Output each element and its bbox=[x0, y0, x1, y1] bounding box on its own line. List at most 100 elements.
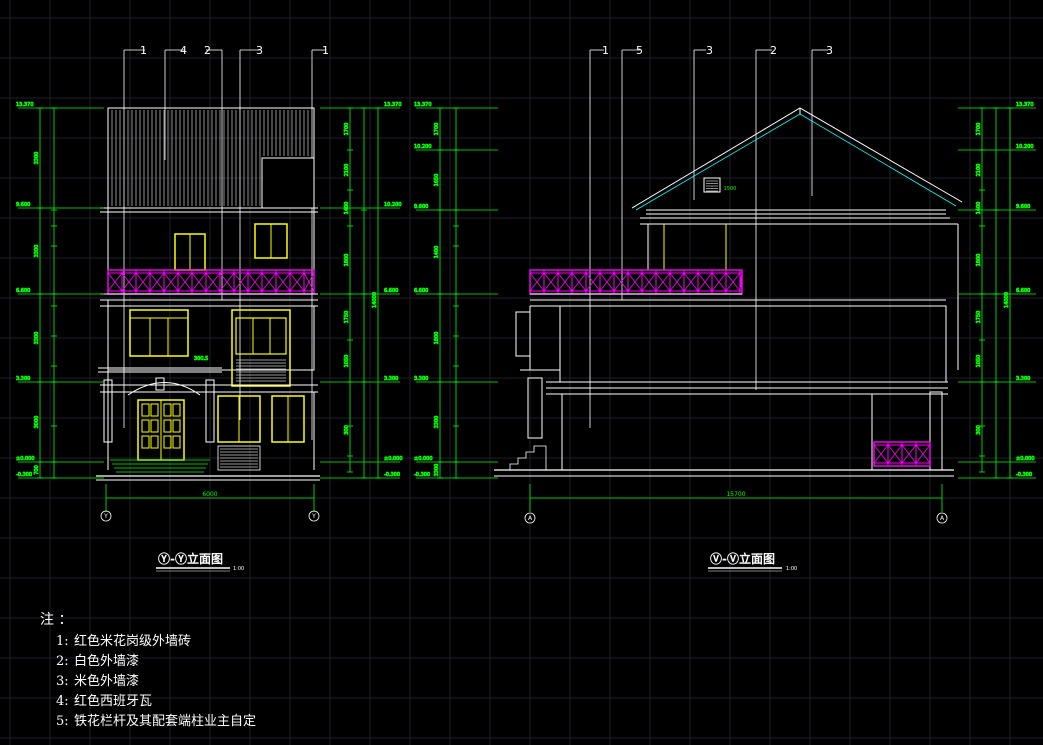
dimension-text: 1800 bbox=[434, 332, 440, 345]
right-callout-5: 5 bbox=[636, 44, 643, 57]
dimension-text: 1700 bbox=[976, 123, 982, 136]
left-title-block: Ⓨ-Ⓨ立面图 1:00 bbox=[156, 551, 244, 572]
level-text: 13.370 bbox=[414, 102, 432, 108]
right-ground-railing bbox=[873, 441, 931, 467]
left-roof-step-box bbox=[261, 157, 315, 209]
right-elevation-scale: 1:00 bbox=[786, 566, 797, 572]
note-number: 5: bbox=[56, 714, 69, 729]
dimension-text: 2100 bbox=[344, 164, 350, 177]
dimension-text: 1400 bbox=[976, 202, 982, 215]
dimension-text: 3300 bbox=[434, 416, 440, 429]
level-text: 3.300 bbox=[16, 376, 30, 382]
left-axis-label-right: Y bbox=[311, 513, 316, 520]
left-callout-1b: 1 bbox=[322, 44, 329, 57]
right-vent-label: 1500 bbox=[724, 186, 737, 192]
note-number: 2: bbox=[56, 654, 69, 669]
right-width-dim-text: 15700 bbox=[726, 491, 745, 498]
left-dimension-lines: 13.370 9.600 6.600 3.300 ±0.000 -0.300 13.370 1… bbox=[16, 102, 403, 479]
level-text: 9.600 bbox=[16, 202, 30, 208]
dimension-text: 300 bbox=[344, 425, 350, 435]
level-text: -0.300 bbox=[384, 472, 400, 478]
left-elevation-title: Ⓨ-Ⓨ立面图 bbox=[158, 551, 223, 566]
note-text: 铁花栏杆及其配套端柱业主自定 bbox=[74, 714, 257, 729]
level-text: 10.200 bbox=[384, 202, 402, 208]
right-callout-2: 2 bbox=[770, 44, 777, 57]
right-balcony-railing bbox=[529, 269, 743, 295]
dimension-text: 14000 bbox=[1004, 292, 1010, 308]
dimension-text: 1650 bbox=[434, 174, 440, 187]
level-text: 13.370 bbox=[384, 102, 402, 108]
right-axis-label-left: A bbox=[528, 515, 533, 522]
dimension-text: 3300 bbox=[34, 332, 40, 345]
left-garage-louver bbox=[217, 445, 261, 471]
right-title-block: Ⓥ-Ⓥ立面图 1:00 bbox=[708, 551, 797, 572]
level-text: 6.600 bbox=[384, 288, 398, 294]
left-callout-labels: 1 4 2 3 1 bbox=[140, 44, 329, 57]
dimension-text: 1700 bbox=[344, 123, 350, 136]
left-callout-3: 3 bbox=[256, 44, 263, 57]
left-axis-label-left: Y bbox=[103, 513, 108, 520]
level-text: -0.300 bbox=[16, 472, 32, 478]
right-attic-vent bbox=[703, 177, 721, 193]
right-gable-roof bbox=[631, 107, 963, 209]
dimension-text: 1400 bbox=[434, 246, 440, 259]
right-callout-3b: 3 bbox=[826, 44, 833, 57]
right-elevation-title: Ⓥ-Ⓥ立面图 bbox=[710, 551, 775, 566]
level-text: 3.300 bbox=[384, 376, 398, 382]
level-text: 6.600 bbox=[414, 288, 428, 294]
dimension-text: 1800 bbox=[344, 254, 350, 267]
right-callout-1: 1 bbox=[602, 44, 609, 57]
level-text: 13.370 bbox=[16, 102, 34, 108]
note-item: 3: 米色外墙漆 bbox=[40, 672, 256, 692]
note-text: 红色西班牙瓦 bbox=[74, 694, 153, 709]
material-notes: 注 ： 1: 红色米花岗级外墙砖 2: 白色外墙漆 3: 米色外墙漆 4: 红色西班牙瓦… bbox=[40, 610, 256, 732]
dimension-text: 14000 bbox=[372, 292, 378, 308]
note-text: 红色米花岗级外墙砖 bbox=[74, 634, 192, 649]
note-item: 2: 白色外墙漆 bbox=[40, 652, 256, 672]
dimension-text: 3300 bbox=[34, 152, 40, 165]
level-text: 6.600 bbox=[1016, 288, 1030, 294]
left-width-dim-text: 6000 bbox=[202, 491, 217, 498]
dimension-text: 3000 bbox=[34, 416, 40, 429]
level-text: 10.200 bbox=[1016, 144, 1034, 150]
level-text: 3.300 bbox=[1016, 376, 1030, 382]
dimension-text: 1750 bbox=[344, 311, 350, 324]
note-item: 1: 红色米花岗级外墙砖 bbox=[40, 632, 256, 652]
dimension-text: 3300 bbox=[34, 245, 40, 258]
level-text: ±0.000 bbox=[1016, 456, 1035, 462]
note-item: 4: 红色西班牙瓦 bbox=[40, 692, 256, 712]
dimension-text: 1050 bbox=[344, 355, 350, 368]
right-elevation bbox=[494, 49, 963, 477]
dimension-text: 1050 bbox=[976, 355, 982, 368]
left-balcony-railing bbox=[107, 269, 315, 295]
note-number: 4: bbox=[56, 694, 69, 709]
level-text: 10.200 bbox=[414, 144, 432, 150]
left-second-window-a bbox=[129, 309, 189, 357]
level-text: 9.600 bbox=[414, 204, 428, 210]
dimension-text: 1400 bbox=[344, 202, 350, 215]
level-text: -0.300 bbox=[414, 472, 430, 478]
right-width-dimension bbox=[524, 484, 948, 524]
right-axis-label-right: A bbox=[940, 515, 945, 522]
level-text: ±0.000 bbox=[16, 456, 35, 462]
level-text: -0.300 bbox=[1016, 472, 1032, 478]
dimension-text: 1800 bbox=[976, 254, 982, 267]
note-number: 1: bbox=[56, 634, 69, 649]
level-text: ±0.000 bbox=[384, 456, 403, 462]
left-third-floor-wall bbox=[107, 207, 315, 271]
right-second-floor-wall bbox=[559, 305, 947, 383]
level-text: 9.600 bbox=[1016, 204, 1030, 210]
left-callout-1a: 1 bbox=[140, 44, 147, 57]
left-callout-2: 2 bbox=[204, 44, 211, 57]
level-text: 300.5 bbox=[194, 356, 208, 362]
dimension-text: 2100 bbox=[976, 164, 982, 177]
note-text: 白色外墙漆 bbox=[74, 654, 140, 669]
right-callout-leaders bbox=[589, 49, 828, 428]
left-entry-steps bbox=[110, 459, 210, 473]
dimension-text: 3300 bbox=[434, 464, 440, 477]
dimension-text: 1750 bbox=[976, 311, 982, 324]
notes-heading: 注 ： bbox=[40, 612, 73, 628]
dimension-text: 300 bbox=[976, 425, 982, 435]
level-text: ±0.000 bbox=[414, 456, 433, 462]
dimension-text: 700 bbox=[34, 465, 40, 475]
